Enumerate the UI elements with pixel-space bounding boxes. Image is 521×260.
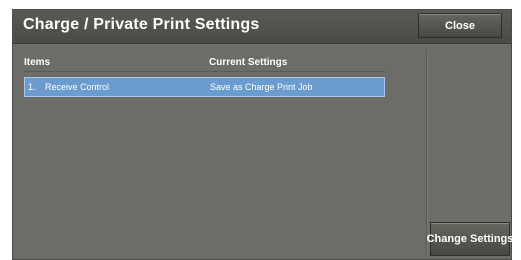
page-title: Charge / Private Print Settings <box>23 16 260 33</box>
row-item-label: Receive Control <box>45 82 110 92</box>
column-header-items: Items <box>24 57 51 68</box>
row-number: 1. <box>28 82 36 92</box>
title-bar: Charge / Private Print Settings Close <box>13 10 511 44</box>
header-divider <box>24 71 385 72</box>
column-header-current-settings: Current Settings <box>209 57 288 68</box>
sidebar-divider <box>426 50 428 259</box>
settings-panel: Charge / Private Print Settings Close It… <box>12 9 513 260</box>
row-current-setting: Save as Charge Print Job <box>210 82 313 92</box>
table-row-receive-control[interactable]: 1. Receive Control Save as Charge Print … <box>24 77 385 97</box>
close-button[interactable]: Close <box>418 13 502 38</box>
change-settings-button[interactable]: Change Settings <box>427 222 513 256</box>
